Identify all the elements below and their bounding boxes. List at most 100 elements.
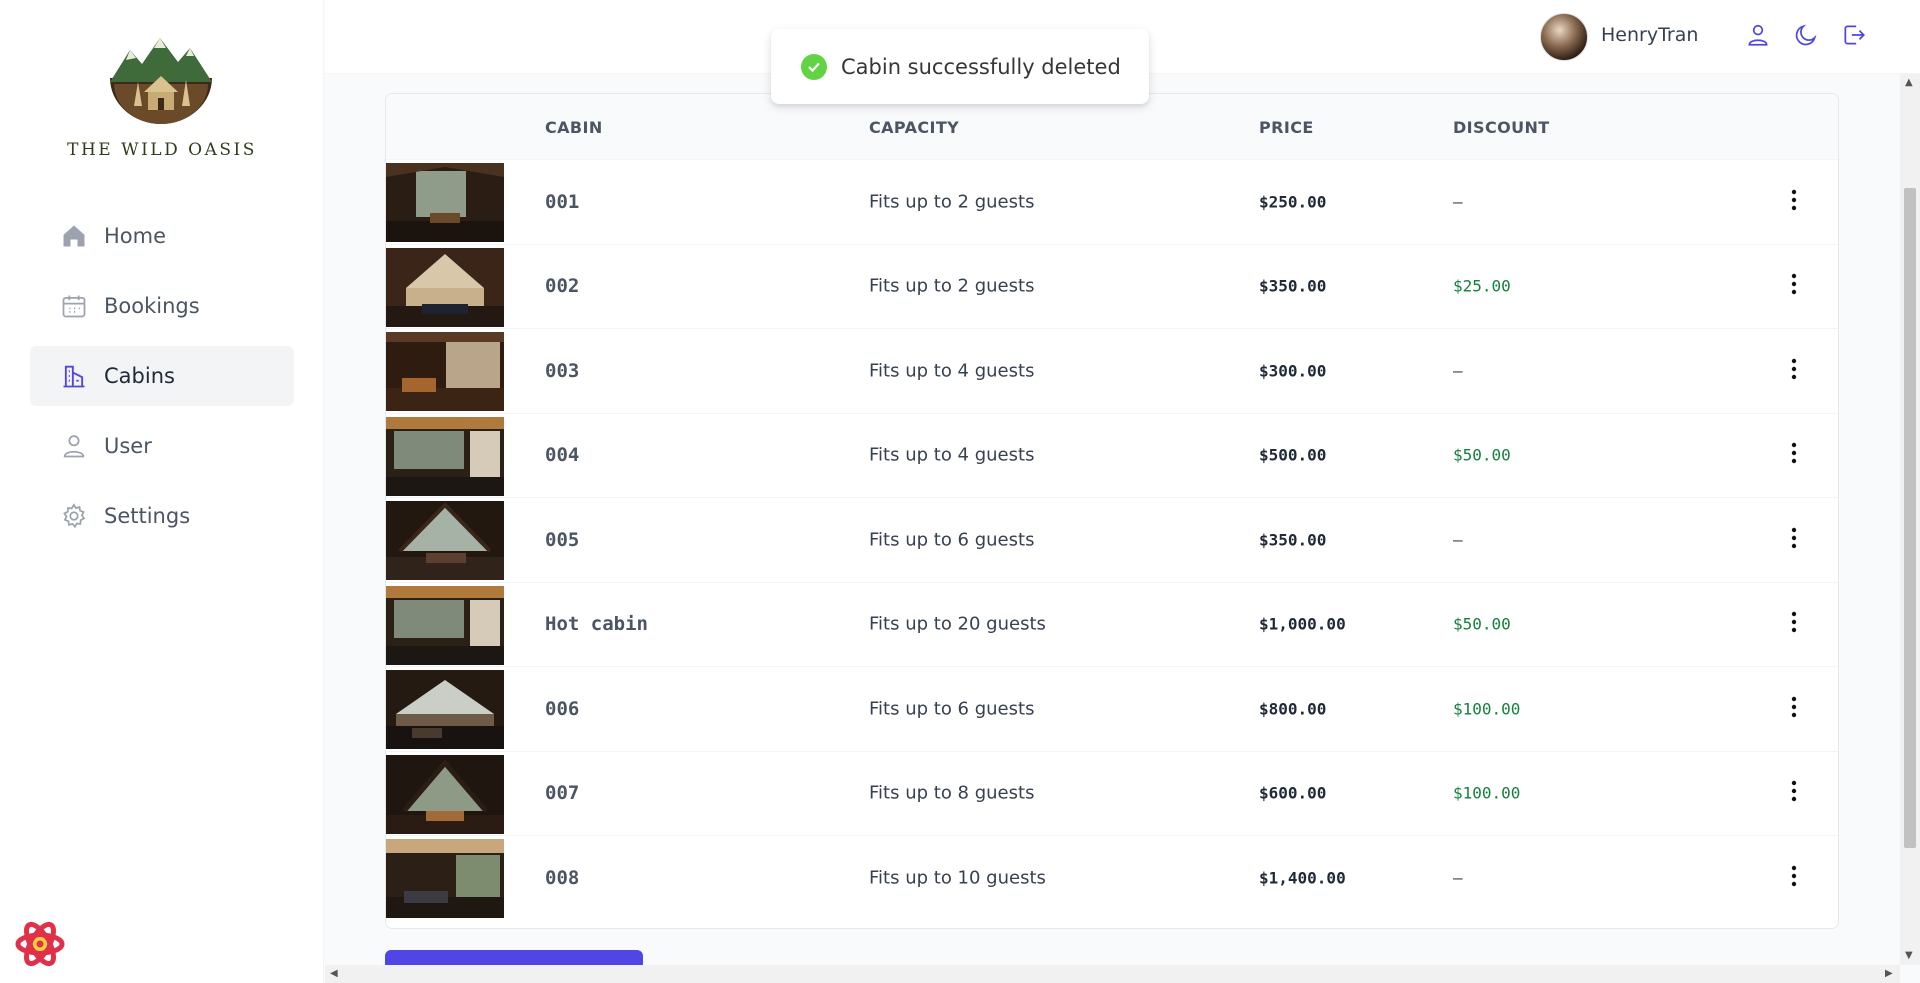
- table-row: 001 Fits up to 2 guests $250.00 —: [386, 160, 1838, 245]
- sidebar-item-cabins[interactable]: Cabins: [30, 346, 294, 406]
- horizontal-scrollbar[interactable]: ◀ ▶: [325, 965, 1900, 983]
- sidebar-item-settings[interactable]: Settings: [30, 486, 294, 546]
- cabin-name: 004: [545, 444, 580, 467]
- toast-message: Cabin successfully deleted: [841, 54, 1121, 79]
- column-header-cabin: CABIN: [545, 118, 603, 137]
- table-row: 008 Fits up to 10 guests $1,400.00 —: [386, 836, 1838, 921]
- dark-mode-toggle[interactable]: [1791, 22, 1821, 52]
- scrollbar-thumb[interactable]: [1904, 188, 1916, 848]
- cabin-capacity: Fits up to 8 guests: [869, 782, 1035, 804]
- moon-icon: [1793, 22, 1819, 52]
- kebab-menu-icon: [1791, 273, 1797, 299]
- cabin-discount: —: [1453, 530, 1463, 550]
- cabin-capacity: Fits up to 6 guests: [869, 529, 1035, 551]
- cabin-image: [386, 501, 504, 580]
- kebab-menu-icon: [1791, 358, 1797, 384]
- sidebar-item-home[interactable]: Home: [30, 206, 294, 266]
- calendar-icon: [60, 292, 88, 320]
- cabin-price: $350.00: [1259, 276, 1327, 296]
- cabin-price: $350.00: [1259, 530, 1327, 550]
- cabin-name: 006: [545, 697, 580, 720]
- home-icon: [60, 222, 88, 250]
- vertical-scrollbar[interactable]: ▲ ▼: [1900, 74, 1920, 965]
- cabin-name: 007: [545, 782, 580, 805]
- cabin-capacity: Fits up to 10 guests: [869, 867, 1046, 889]
- row-menu-button[interactable]: [1782, 356, 1806, 386]
- row-menu-button[interactable]: [1782, 694, 1806, 724]
- row-menu-button[interactable]: [1782, 271, 1806, 301]
- react-devtools-icon[interactable]: [14, 918, 66, 970]
- kebab-menu-icon: [1791, 442, 1797, 468]
- account-button[interactable]: [1743, 22, 1773, 52]
- cabin-discount: $25.00: [1453, 276, 1511, 296]
- sidebar-nav: Home Bookings Cabins User Settings: [30, 206, 294, 556]
- cabin-capacity: Fits up to 2 guests: [869, 275, 1035, 297]
- cabin-name: 001: [545, 190, 580, 213]
- cabin-image: [386, 416, 504, 496]
- cabin-price: $1,000.00: [1259, 614, 1346, 634]
- cabin-name: 005: [545, 528, 580, 551]
- kebab-menu-icon: [1791, 865, 1797, 891]
- sidebar-item-bookings[interactable]: Bookings: [30, 276, 294, 336]
- cabin-price: $1,400.00: [1259, 868, 1346, 888]
- kebab-menu-icon: [1791, 527, 1797, 553]
- cabin-discount: $50.00: [1453, 614, 1511, 634]
- cabin-capacity: Fits up to 4 guests: [869, 444, 1035, 466]
- table-row: Hot cabin Fits up to 20 guests $1,000.00…: [386, 583, 1838, 667]
- scroll-down-icon[interactable]: ▼: [1905, 950, 1913, 961]
- row-menu-button[interactable]: [1782, 525, 1806, 555]
- sidebar-item-user[interactable]: User: [30, 416, 294, 476]
- cabin-capacity: Fits up to 4 guests: [869, 360, 1035, 382]
- kebab-menu-icon: [1791, 780, 1797, 806]
- cabin-image: [386, 839, 504, 918]
- building-icon: [60, 362, 88, 390]
- cabins-table: CABIN CAPACITY PRICE DISCOUNT 001 Fits u…: [385, 93, 1839, 929]
- brand-name: THE WILD OASIS: [67, 140, 257, 160]
- cabin-image: [386, 754, 504, 834]
- gear-icon: [60, 502, 88, 530]
- cabin-image: [386, 247, 504, 327]
- kebab-menu-icon: [1791, 189, 1797, 215]
- kebab-menu-icon: [1791, 696, 1797, 722]
- logo: [104, 36, 218, 124]
- cabin-name: 003: [545, 359, 580, 382]
- avatar: [1540, 13, 1588, 61]
- row-menu-button[interactable]: [1782, 778, 1806, 808]
- sidebar-item-label: User: [104, 434, 152, 458]
- logout-icon: [1841, 22, 1867, 52]
- table-row: 002 Fits up to 2 guests $350.00 $25.00: [386, 245, 1838, 329]
- cabin-discount: —: [1453, 868, 1463, 888]
- row-menu-button[interactable]: [1782, 863, 1806, 893]
- row-menu-button[interactable]: [1782, 440, 1806, 470]
- table-row: 003 Fits up to 4 guests $300.00 —: [386, 329, 1838, 414]
- cabin-image: [386, 585, 504, 665]
- scroll-left-icon[interactable]: ◀: [330, 968, 338, 979]
- sidebar-item-label: Cabins: [104, 364, 175, 388]
- add-cabin-button[interactable]: [385, 950, 643, 965]
- sidebar-item-label: Settings: [104, 504, 191, 528]
- logout-button[interactable]: [1839, 22, 1869, 52]
- cabin-name: Hot cabin: [545, 613, 648, 636]
- username: HenryTran: [1601, 24, 1699, 46]
- sidebar: THE WILD OASIS Home Bookings Cabins User: [0, 0, 324, 983]
- main-content: CABIN CAPACITY PRICE DISCOUNT 001 Fits u…: [325, 74, 1899, 965]
- user-icon: [60, 432, 88, 460]
- cabin-capacity: Fits up to 20 guests: [869, 613, 1046, 635]
- table-row: 006 Fits up to 6 guests $800.00 $100.00: [386, 667, 1838, 752]
- row-menu-button[interactable]: [1782, 187, 1806, 217]
- cabin-discount: $100.00: [1453, 783, 1521, 803]
- column-header-capacity: CAPACITY: [869, 118, 960, 137]
- sidebar-item-label: Bookings: [104, 294, 200, 318]
- row-menu-button[interactable]: [1782, 609, 1806, 639]
- scroll-right-icon[interactable]: ▶: [1885, 968, 1893, 979]
- cabin-discount: $50.00: [1453, 445, 1511, 465]
- cabin-discount: —: [1453, 192, 1463, 212]
- cabin-image: [386, 163, 504, 242]
- table-row: 005 Fits up to 6 guests $350.00 —: [386, 498, 1838, 583]
- cabin-price: $600.00: [1259, 783, 1327, 803]
- scroll-up-icon[interactable]: ▲: [1905, 77, 1913, 88]
- cabin-discount: $100.00: [1453, 699, 1521, 719]
- cabin-price: $800.00: [1259, 699, 1327, 719]
- cabin-image: [386, 332, 504, 411]
- column-header-discount: DISCOUNT: [1453, 118, 1550, 137]
